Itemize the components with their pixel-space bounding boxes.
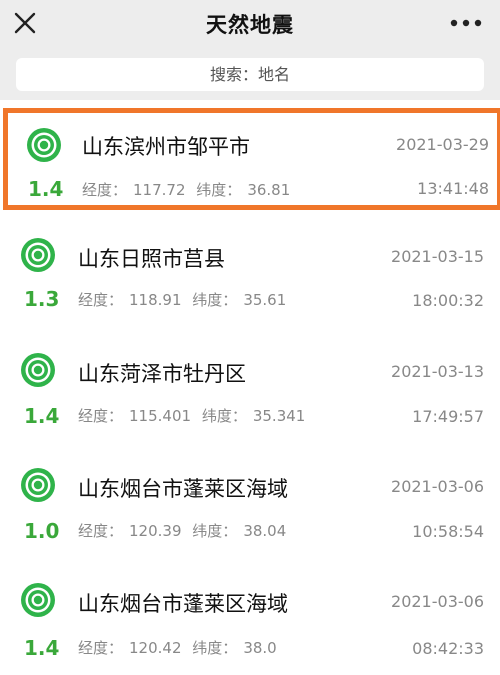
- event-date: 2021-03-06: [391, 477, 484, 496]
- place-name: 山东菏泽市牡丹区: [78, 362, 246, 386]
- longitude-value: 120.39: [129, 522, 182, 540]
- epicenter-icon: [21, 238, 55, 272]
- place-name: 山东烟台市蓬莱区海域: [78, 477, 288, 501]
- epicenter-icon: [21, 353, 55, 387]
- list-item[interactable]: 山东滨州市邹平市 2021-03-29 1.4 经度： 117.72 纬度： 36.…: [3, 108, 500, 210]
- event-date: 2021-03-13: [391, 362, 484, 381]
- event-time: 17:49:57: [412, 407, 484, 426]
- event-time: 10:58:54: [412, 522, 484, 541]
- page-title: 天然地震: [206, 13, 294, 37]
- longitude-value: 120.42: [129, 639, 182, 657]
- list-item[interactable]: 山东日照市莒县 2021-03-15 1.3 经度： 118.91 纬度： 35.6…: [0, 215, 500, 330]
- longitude-label: 经度：: [78, 522, 124, 540]
- latitude-label: 纬度：: [201, 407, 247, 425]
- coordinates: 经度： 120.42 纬度： 38.0: [78, 637, 283, 658]
- longitude-value: 117.72: [133, 181, 186, 199]
- header: 天然地震: [0, 0, 500, 50]
- latitude-label: 纬度：: [192, 522, 238, 540]
- event-time: 08:42:33: [412, 639, 484, 658]
- epicenter-icon: [27, 128, 61, 162]
- event-time: 18:00:32: [412, 291, 484, 310]
- latitude-value: 35.61: [243, 291, 287, 309]
- latitude-value: 36.81: [247, 181, 291, 199]
- latitude-value: 38.0: [243, 639, 277, 657]
- longitude-label: 经度：: [78, 639, 124, 657]
- event-date: 2021-03-15: [391, 247, 484, 266]
- longitude-label: 经度：: [78, 291, 124, 309]
- magnitude: 1.4: [24, 404, 60, 428]
- magnitude: 1.0: [24, 519, 60, 543]
- magnitude: 1.4: [24, 636, 60, 660]
- longitude-label: 经度：: [78, 407, 124, 425]
- place-name: 山东滨州市邹平市: [82, 135, 250, 159]
- coordinates: 经度： 117.72 纬度： 36.81: [82, 179, 296, 200]
- magnitude: 1.3: [24, 287, 60, 311]
- coordinates: 经度： 120.39 纬度： 38.04: [78, 520, 292, 541]
- event-date: 2021-03-29: [396, 135, 489, 154]
- list-item[interactable]: 山东菏泽市牡丹区 2021-03-13 1.4 经度： 115.401 纬度： 35…: [0, 330, 500, 445]
- epicenter-icon: [21, 468, 55, 502]
- longitude-value: 118.91: [129, 291, 182, 309]
- more-dots-icon[interactable]: [448, 12, 484, 34]
- latitude-value: 38.04: [243, 522, 287, 540]
- longitude-label: 经度：: [82, 181, 128, 199]
- place-name: 山东日照市莒县: [78, 247, 225, 271]
- event-date: 2021-03-06: [391, 592, 484, 611]
- longitude-value: 115.401: [129, 407, 192, 425]
- search-bar: 搜索：地名: [0, 50, 500, 100]
- place-name: 山东烟台市蓬莱区海域: [78, 592, 288, 616]
- epicenter-icon: [21, 583, 55, 617]
- coordinates: 经度： 118.91 纬度： 35.61: [78, 289, 292, 310]
- event-time: 13:41:48: [417, 179, 489, 198]
- list-item[interactable]: 山东烟台市蓬莱区海域 2021-03-06 1.4 经度： 120.42 纬度： 3…: [0, 560, 500, 675]
- list-item[interactable]: 山东烟台市蓬莱区海域 2021-03-06 1.0 经度： 120.39 纬度： 3…: [0, 445, 500, 560]
- latitude-label: 纬度：: [192, 639, 238, 657]
- latitude-label: 纬度：: [192, 291, 238, 309]
- latitude-label: 纬度：: [196, 181, 242, 199]
- coordinates: 经度： 115.401 纬度： 35.341: [78, 405, 311, 426]
- search-input[interactable]: 搜索：地名: [16, 58, 484, 91]
- latitude-value: 35.341: [252, 407, 306, 425]
- magnitude: 1.4: [28, 177, 64, 201]
